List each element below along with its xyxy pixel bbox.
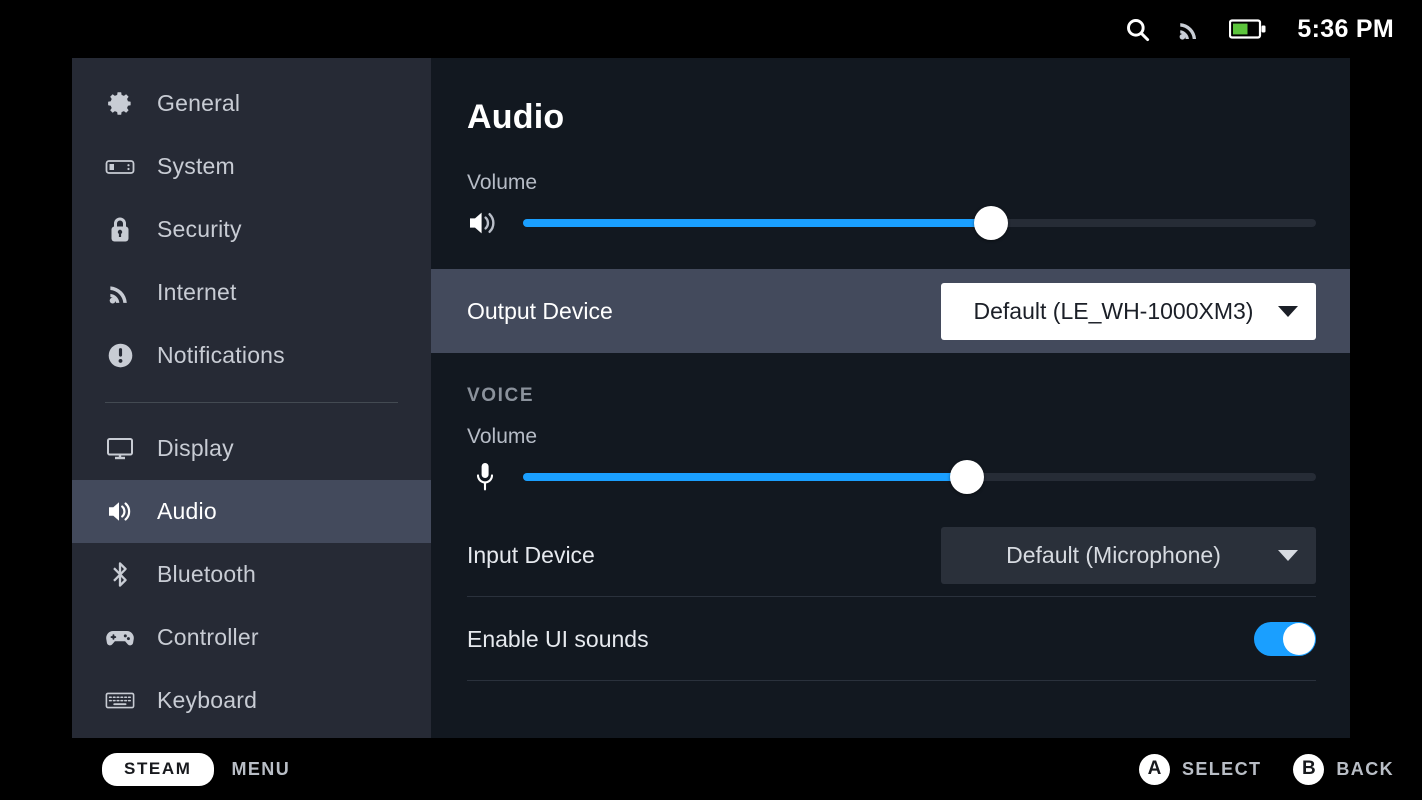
output-device-value: Default (LE_WH-1000XM3) bbox=[973, 297, 1254, 324]
sidebar-item-display[interactable]: Display bbox=[72, 417, 431, 480]
bluetooth-icon bbox=[105, 560, 135, 590]
sidebar-item-label: Bluetooth bbox=[157, 561, 256, 587]
clock: 5:36 PM bbox=[1297, 14, 1394, 43]
back-label: BACK bbox=[1336, 758, 1394, 779]
sidebar-item-internet[interactable]: Internet bbox=[72, 261, 431, 324]
toggle-knob bbox=[1283, 623, 1315, 655]
status-bar: 5:36 PM bbox=[0, 0, 1422, 58]
voice-volume-label: Volume bbox=[467, 425, 538, 448]
steam-deck-settings-screen: 5:36 PM General System Security Internet… bbox=[0, 0, 1422, 800]
volume-slider-fill bbox=[523, 219, 991, 227]
sidebar-item-label: Security bbox=[157, 216, 242, 242]
enable-ui-sounds-label: Enable UI sounds bbox=[467, 625, 649, 652]
voice-volume-slider-row bbox=[431, 449, 1350, 495]
volume-slider[interactable] bbox=[523, 206, 1316, 240]
sidebar-item-security[interactable]: Security bbox=[72, 198, 431, 261]
output-device-dropdown[interactable]: Default (LE_WH-1000XM3) bbox=[941, 282, 1316, 340]
speaker-icon bbox=[105, 497, 135, 527]
settings-content-panel: Audio Volume Output Device Default (LE_W… bbox=[431, 58, 1350, 738]
enable-ui-sounds-row[interactable]: Enable UI sounds bbox=[431, 597, 1350, 681]
sidebar-item-label: Internet bbox=[157, 279, 237, 305]
monitor-icon bbox=[105, 434, 135, 464]
row-separator bbox=[467, 680, 1316, 681]
search-icon[interactable] bbox=[1124, 16, 1151, 43]
microphone-icon bbox=[467, 459, 503, 495]
b-button-icon: B bbox=[1293, 753, 1325, 785]
enable-ui-sounds-toggle[interactable] bbox=[1254, 622, 1316, 656]
sidebar-item-label: Keyboard bbox=[157, 687, 258, 713]
volume-label: Volume bbox=[467, 171, 538, 194]
voice-section-header: VOICE bbox=[467, 385, 535, 406]
sidebar-item-controller[interactable]: Controller bbox=[72, 606, 431, 669]
sidebar-item-label: Controller bbox=[157, 624, 259, 650]
select-hint[interactable]: A SELECT bbox=[1138, 753, 1262, 785]
input-device-label: Input Device bbox=[467, 541, 595, 568]
gamepad-icon bbox=[105, 623, 135, 653]
keyboard-icon bbox=[105, 686, 135, 716]
volume-slider-row bbox=[431, 195, 1350, 241]
bottom-bar-right: A SELECT B BACK bbox=[1138, 753, 1394, 785]
sidebar-item-label: General bbox=[157, 90, 241, 116]
input-device-row[interactable]: Input Device Default (Microphone) bbox=[431, 513, 1350, 597]
chevron-down-icon bbox=[1278, 305, 1298, 317]
sidebar-item-notifications[interactable]: Notifications bbox=[72, 324, 431, 387]
menu-label: MENU bbox=[231, 758, 291, 779]
voice-volume-slider-fill bbox=[523, 473, 968, 481]
select-label: SELECT bbox=[1181, 758, 1262, 779]
steam-button[interactable]: STEAM bbox=[102, 752, 214, 786]
steamdeck-icon bbox=[105, 152, 135, 182]
sidebar-divider bbox=[105, 402, 398, 403]
page-title: Audio bbox=[467, 98, 565, 136]
sidebar-item-label: Display bbox=[157, 435, 234, 461]
settings-sidebar: General System Security Internet Notific… bbox=[72, 58, 431, 738]
battery-icon[interactable] bbox=[1229, 18, 1267, 40]
chevron-down-icon bbox=[1278, 549, 1298, 561]
gear-icon bbox=[105, 89, 135, 119]
output-device-label: Output Device bbox=[467, 297, 613, 324]
sidebar-item-label: System bbox=[157, 153, 235, 179]
alert-circle-icon bbox=[105, 341, 135, 371]
sidebar-item-audio[interactable]: Audio bbox=[72, 480, 431, 543]
input-device-value: Default (Microphone) bbox=[1006, 541, 1221, 568]
bottom-bar: STEAM MENU A SELECT B BACK bbox=[0, 738, 1422, 800]
sidebar-item-bluetooth[interactable]: Bluetooth bbox=[72, 543, 431, 606]
voice-volume-slider[interactable] bbox=[523, 460, 1316, 494]
sidebar-item-general[interactable]: General bbox=[72, 72, 431, 135]
lock-icon bbox=[105, 215, 135, 245]
wifi-icon bbox=[105, 278, 135, 308]
sidebar-item-label: Audio bbox=[157, 498, 217, 524]
voice-volume-slider-knob[interactable] bbox=[950, 460, 985, 494]
settings-window: General System Security Internet Notific… bbox=[72, 58, 1350, 738]
volume-slider-knob[interactable] bbox=[973, 206, 1008, 240]
a-button-icon: A bbox=[1138, 753, 1170, 785]
sidebar-item-system[interactable]: System bbox=[72, 135, 431, 198]
wifi-icon[interactable] bbox=[1177, 16, 1203, 42]
sidebar-item-keyboard[interactable]: Keyboard bbox=[72, 669, 431, 732]
sidebar-item-label: Notifications bbox=[157, 342, 285, 368]
input-device-dropdown[interactable]: Default (Microphone) bbox=[941, 526, 1316, 584]
back-hint[interactable]: B BACK bbox=[1293, 753, 1394, 785]
output-device-row[interactable]: Output Device Default (LE_WH-1000XM3) bbox=[431, 269, 1350, 353]
bottom-bar-left: STEAM MENU bbox=[102, 752, 291, 786]
speaker-icon bbox=[467, 205, 503, 241]
